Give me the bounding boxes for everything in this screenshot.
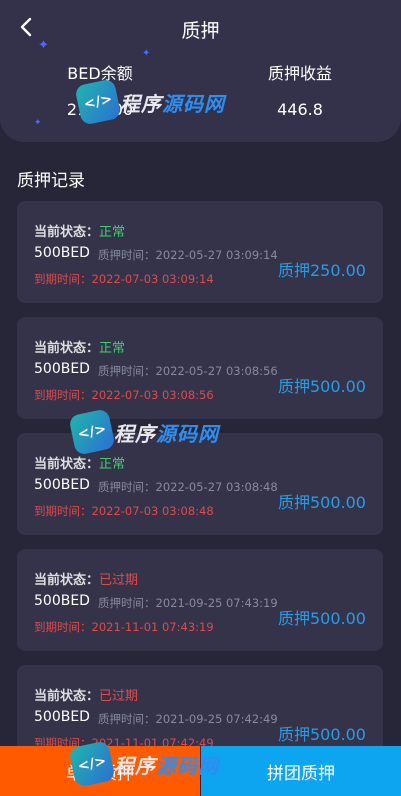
pledge-record-card: 当前状态：已过期 500BED 质押时间：2021-09-25 07:43:19… (17, 549, 383, 651)
pledge-value: 质押500.00 (278, 493, 366, 512)
status-line: 当前状态：正常 (34, 221, 125, 240)
pledge-time: 质押时间：2021-09-25 07:43:19 (98, 595, 278, 611)
record-amount: 500BED (34, 361, 90, 377)
status-line: 当前状态：已过期 (34, 685, 138, 704)
sparkle-icon: ✦ (142, 48, 151, 59)
header: 质押 ✦ ✦ ✦ BED余额 2139.00 质押收益 446.8 (0, 0, 401, 142)
pledge-time-label: 质押时间： (98, 596, 156, 610)
status-line: 当前状态：已过期 (34, 569, 138, 588)
expire-time-value: 2022-07-03 03:09:14 (91, 272, 214, 286)
page-title: 质押 (181, 20, 220, 42)
record-amount: 500BED (34, 477, 90, 493)
status-label: 当前状态： (34, 689, 100, 704)
pledge-value: 质押500.00 (278, 725, 366, 744)
record-amount: 500BED (34, 709, 90, 725)
pledge-time-label: 质押时间： (98, 364, 156, 378)
pledge-time-value: 2022-05-27 03:09:14 (155, 248, 278, 262)
status-label: 当前状态： (34, 341, 100, 356)
sparkle-icon: ✦ (34, 118, 42, 128)
status-label: 当前状态： (34, 573, 100, 588)
record-amount: 500BED (34, 245, 90, 261)
balance-label: BED余额 (67, 64, 133, 83)
pledge-time-value: 2021-09-25 07:42:49 (155, 712, 278, 726)
expire-time: 到期时间：2022-07-03 03:08:56 (34, 387, 214, 403)
sparkle-icon: ✦ (38, 38, 49, 53)
earnings-value: 446.8 (277, 100, 323, 119)
record-amount: 500BED (34, 593, 90, 609)
expire-time-value: 2022-07-03 03:08:48 (91, 504, 214, 518)
status-line: 当前状态：正常 (34, 337, 125, 356)
pledge-time-label: 质押时间： (98, 712, 156, 726)
pledge-time-label: 质押时间： (98, 248, 156, 262)
pledge-record-card: 当前状态：正常 500BED 质押时间：2022-05-27 03:08:48 … (17, 433, 383, 535)
status-value: 正常 (99, 225, 126, 240)
pledge-time: 质押时间：2022-05-27 03:08:48 (98, 479, 278, 495)
expire-time-label: 到期时间： (34, 388, 92, 402)
pledge-time: 质押时间：2022-05-27 03:08:56 (98, 363, 278, 379)
status-value: 已过期 (99, 689, 139, 704)
status-value: 正常 (99, 341, 126, 356)
balance-value: 2139.00 (66, 100, 134, 119)
status-line: 当前状态：正常 (34, 453, 125, 472)
pledge-time-value: 2022-05-27 03:08:48 (155, 480, 278, 494)
expire-time-label: 到期时间： (34, 272, 92, 286)
status-value: 已过期 (99, 573, 139, 588)
pledge-record-card: 当前状态：正常 500BED 质押时间：2022-05-27 03:08:56 … (17, 317, 383, 419)
pledge-record-card: 当前状态：正常 500BED 质押时间：2022-05-27 03:09:14 … (17, 201, 383, 303)
pledge-value: 质押500.00 (278, 377, 366, 396)
pledge-time-label: 质押时间： (98, 480, 156, 494)
status-value: 正常 (99, 457, 126, 472)
expire-time-label: 到期时间： (34, 620, 92, 634)
expire-time-label: 到期时间： (34, 504, 92, 518)
expire-time: 到期时间：2022-07-03 03:08:48 (34, 503, 214, 519)
expire-time-value: 2021-11-01 07:43:19 (91, 620, 214, 634)
single-pledge-button[interactable]: 单人质押 (0, 746, 200, 796)
expire-time-value: 2022-07-03 03:08:56 (91, 388, 214, 402)
pledge-time-value: 2022-05-27 03:08:56 (155, 364, 278, 378)
pledge-time-value: 2021-09-25 07:43:19 (155, 596, 278, 610)
pledge-value: 质押250.00 (278, 261, 366, 280)
section-title: 质押记录 (17, 171, 85, 191)
earnings-label: 质押收益 (267, 64, 332, 83)
pledge-time: 质押时间：2021-09-25 07:42:49 (98, 711, 278, 727)
pledge-time: 质押时间：2022-05-27 03:09:14 (98, 247, 278, 263)
pledge-value: 质押500.00 (278, 609, 366, 628)
status-label: 当前状态： (34, 457, 100, 472)
group-pledge-button[interactable]: 拼团质押 (201, 746, 401, 796)
expire-time: 到期时间：2021-11-01 07:43:19 (34, 619, 214, 635)
expire-time: 到期时间：2022-07-03 03:09:14 (34, 271, 214, 287)
status-label: 当前状态： (34, 225, 100, 240)
